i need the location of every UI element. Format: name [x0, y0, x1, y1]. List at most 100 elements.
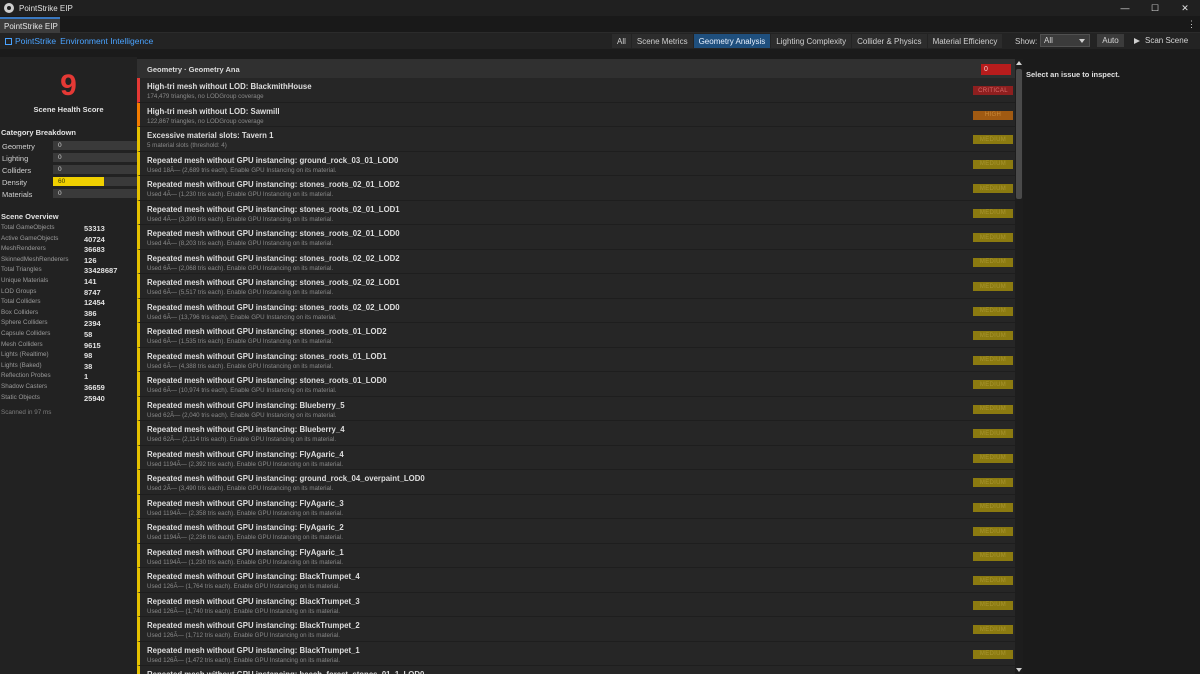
overview-row: Capsule Colliders 58 — [1, 330, 131, 340]
overview-value: 58 — [84, 330, 93, 339]
overview-value: 33428687 — [84, 266, 118, 276]
issue-row[interactable]: Repeated mesh without GPU instancing: Bl… — [137, 568, 1015, 593]
issue-title: Excessive material slots: Tavern 1 — [147, 131, 274, 140]
minimize-icon[interactable]: — — [1110, 0, 1140, 16]
issue-row[interactable]: Excessive material slots: Tavern 1 5 mate… — [137, 127, 1015, 152]
window-controls: — ☐ ✕ — [1110, 0, 1200, 16]
category-breakdown-title: Category Breakdown — [1, 128, 77, 137]
issue-row[interactable]: Repeated mesh without GPU instancing: Fl… — [137, 494, 1015, 519]
severity-badge: MEDIUM — [973, 135, 1013, 144]
issue-title: Repeated mesh without GPU instancing: Bl… — [147, 621, 360, 630]
category-score-bar: 0 — [53, 165, 138, 174]
issue-row[interactable]: Repeated mesh without GPU instancing: st… — [137, 249, 1015, 274]
category-name: Materials — [2, 190, 33, 199]
scrollbar[interactable] — [1015, 59, 1023, 674]
issue-title: Repeated mesh without GPU instancing: Bl… — [147, 645, 360, 655]
overview-row: MeshRenderers 36683 — [1, 245, 131, 255]
issue-row[interactable]: Repeated mesh without GPU instancing: gr… — [137, 151, 1015, 176]
auto-button[interactable]: Auto — [1097, 34, 1124, 47]
category-score-bar: 0 — [53, 141, 138, 150]
issue-row[interactable]: Repeated mesh without GPU instancing: Fl… — [137, 543, 1015, 568]
overview-row: Total Colliders 12454 — [1, 298, 131, 308]
issue-row[interactable]: Repeated mesh without GPU instancing: st… — [137, 298, 1015, 323]
issue-title: Repeated mesh without GPU instancing: Fl… — [147, 547, 344, 557]
tab-geometry-analysis[interactable]: Geometry Analysis — [693, 34, 771, 48]
severity-badge: MEDIUM — [973, 331, 1013, 340]
scan-scene-button[interactable]: Scan Scene — [1130, 34, 1188, 47]
severity-badge: MEDIUM — [973, 306, 1013, 316]
category-name: Lighting — [2, 154, 29, 163]
issue-detail: Used 2Ã— (3,490 tris each). Enable GPU I… — [147, 485, 334, 492]
overview-key: Total Colliders — [1, 298, 41, 306]
overview-key: SkinnedMeshRenderers — [1, 255, 69, 263]
issue-row[interactable]: High-tri mesh without LOD: BlackmithHous… — [137, 78, 1015, 103]
category-score-bar: 0 — [53, 189, 138, 198]
issue-title: Repeated mesh without GPU instancing: st… — [147, 351, 387, 361]
issue-row[interactable]: Repeated mesh without GPU instancing: st… — [137, 200, 1015, 225]
overview-key: LOD Groups — [1, 287, 37, 295]
issue-detail: Used 18Ã— (2,689 tris each). Enable GPU … — [147, 166, 337, 174]
issue-title: Repeated mesh without GPU instancing: st… — [147, 229, 400, 238]
issue-row[interactable]: Repeated mesh without GPU instancing: Bl… — [137, 592, 1015, 617]
scroll-thumb[interactable] — [1016, 69, 1022, 199]
tab-material-efficiency[interactable]: Material Efficiency — [927, 34, 1003, 48]
tab-lighting-complexity[interactable]: Lighting Complexity — [771, 34, 852, 48]
tab-pointstrike-eip[interactable]: PointStrike EIP — [0, 17, 60, 33]
issue-row[interactable]: Repeated mesh without GPU instancing: gr… — [137, 470, 1015, 495]
close-icon[interactable]: ✕ — [1170, 0, 1200, 16]
issue-title: Repeated mesh without GPU instancing: st… — [147, 327, 387, 336]
overview-row: Lights (Baked) 38 — [1, 362, 131, 372]
brand-subtitle: Environment Intelligence — [60, 36, 154, 46]
issue-title: Repeated mesh without GPU instancing: gr… — [147, 155, 399, 165]
overview-value: 1 — [84, 372, 89, 382]
show-label: Show: — [1015, 37, 1038, 46]
issue-row[interactable]: Repeated mesh without GPU instancing: st… — [137, 176, 1015, 201]
severity-badge: HIGH — [973, 110, 1013, 120]
issue-row[interactable]: Repeated mesh without GPU instancing: st… — [137, 347, 1015, 372]
tab-scene-metrics[interactable]: Scene Metrics — [631, 34, 693, 48]
category-density: Density 60 — [2, 177, 138, 187]
tab-collider-physics[interactable]: Collider & Physics — [852, 34, 927, 48]
overview-row: Total GameObjects 53313 — [1, 224, 131, 234]
issue-row[interactable]: Repeated mesh without GPU instancing: Fl… — [137, 445, 1015, 470]
category-materials: Materials 0 — [2, 189, 138, 199]
severity-badge: MEDIUM — [973, 380, 1013, 389]
issue-row[interactable]: Repeated mesh without GPU instancing: st… — [137, 225, 1015, 250]
overview-key: Reflection Probes — [1, 372, 51, 380]
issue-row[interactable]: High-tri mesh without LOD: Sawmill 122,86… — [137, 102, 1015, 127]
issue-row[interactable]: Repeated mesh without GPU instancing: Bl… — [137, 396, 1015, 421]
issue-row[interactable]: Repeated mesh without GPU instancing: Fl… — [137, 519, 1015, 544]
overview-value: 40724 — [84, 234, 105, 244]
issue-row[interactable]: Repeated mesh without GPU instancing: st… — [137, 274, 1015, 299]
category-score-bar: 60 — [53, 177, 138, 186]
overview-value: 8747 — [84, 287, 101, 297]
issue-detail: Used 6Ã— (13,796 tris each). Enable GPU … — [147, 313, 337, 321]
overview-row: Total Triangles 33428687 — [1, 266, 131, 276]
issue-detail: Used 1194Ã— (2,392 tris each). Enable GP… — [147, 460, 343, 468]
scroll-up-icon[interactable] — [1016, 61, 1022, 65]
issue-title: Repeated mesh without GPU instancing: st… — [147, 253, 400, 263]
overview-row: Shadow Casters 36659 — [1, 383, 131, 393]
issue-detail: Used 6Ã— (2,068 tris each). Enable GPU I… — [147, 264, 334, 272]
issue-row[interactable]: Repeated mesh without GPU instancing: Bl… — [137, 617, 1015, 642]
issue-row[interactable]: Repeated mesh without GPU instancing: be… — [137, 666, 1015, 674]
more-options-icon[interactable]: ⋮ — [1187, 19, 1196, 30]
issue-row[interactable]: Repeated mesh without GPU instancing: st… — [137, 372, 1015, 397]
issue-title: Repeated mesh without GPU instancing: Fl… — [147, 449, 344, 459]
overview-value: 25940 — [84, 393, 105, 403]
overview-value: 141 — [84, 277, 97, 286]
tab-all[interactable]: All — [612, 34, 631, 48]
scroll-down-icon[interactable] — [1016, 668, 1022, 672]
severity-badge: MEDIUM — [973, 208, 1013, 218]
issue-row[interactable]: Repeated mesh without GPU instancing: Bl… — [137, 641, 1015, 666]
issue-row[interactable]: Repeated mesh without GPU instancing: Bl… — [137, 421, 1015, 446]
issue-title: Repeated mesh without GPU instancing: Bl… — [147, 572, 360, 581]
show-filter-select[interactable]: All — [1040, 34, 1090, 47]
category-name: Density — [2, 178, 28, 187]
toolbar: PointStrike Environment Intelligence All… — [0, 33, 1200, 49]
issue-row[interactable]: Repeated mesh without GPU instancing: st… — [137, 323, 1015, 348]
breadcrumb: Geometry · Geometry Ana — [147, 65, 240, 74]
maximize-icon[interactable]: ☐ — [1140, 0, 1170, 16]
issue-title: Repeated mesh without GPU instancing: Bl… — [147, 400, 345, 410]
category-lighting: Lighting 0 — [2, 153, 138, 163]
